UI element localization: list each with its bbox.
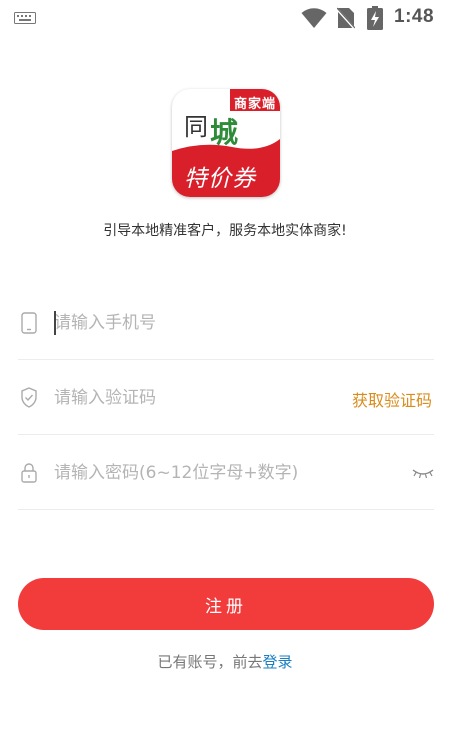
lock-icon: [21, 463, 37, 483]
register-button[interactable]: 注册: [18, 578, 434, 630]
shield-icon: [21, 387, 37, 408]
login-link[interactable]: 登录: [263, 653, 293, 671]
password-input[interactable]: [54, 457, 354, 489]
logo-badge-text: 商家端: [234, 97, 277, 112]
logo-text-tong: 同: [184, 113, 208, 141]
battery-charging-icon: [367, 6, 383, 30]
logo-text-tejia: 特价券: [184, 166, 256, 192]
no-sim-icon: [337, 7, 355, 29]
phone-icon: [21, 312, 37, 334]
get-code-button[interactable]: 获取验证码: [352, 387, 432, 411]
logo-text-cheng: 城: [210, 116, 239, 149]
phone-row: [18, 285, 434, 360]
app-logo: 商家端 同 城 特价券: [172, 89, 280, 197]
phone-input[interactable]: [54, 307, 354, 339]
login-prompt: 已有账号，前去登录: [0, 651, 450, 672]
keyboard-icon: [14, 12, 36, 24]
eye-closed-icon[interactable]: [412, 466, 434, 480]
login-prompt-text: 已有账号，前去: [157, 653, 263, 671]
password-row: [18, 435, 434, 510]
code-row: 获取验证码: [18, 360, 434, 435]
status-bar: 1:48: [0, 0, 450, 36]
wifi-icon: [301, 8, 327, 28]
text-cursor: [54, 311, 56, 335]
code-input[interactable]: [54, 382, 354, 414]
tagline: 引导本地精准客户，服务本地实体商家!: [103, 223, 347, 239]
clock: 1:48: [394, 6, 435, 27]
